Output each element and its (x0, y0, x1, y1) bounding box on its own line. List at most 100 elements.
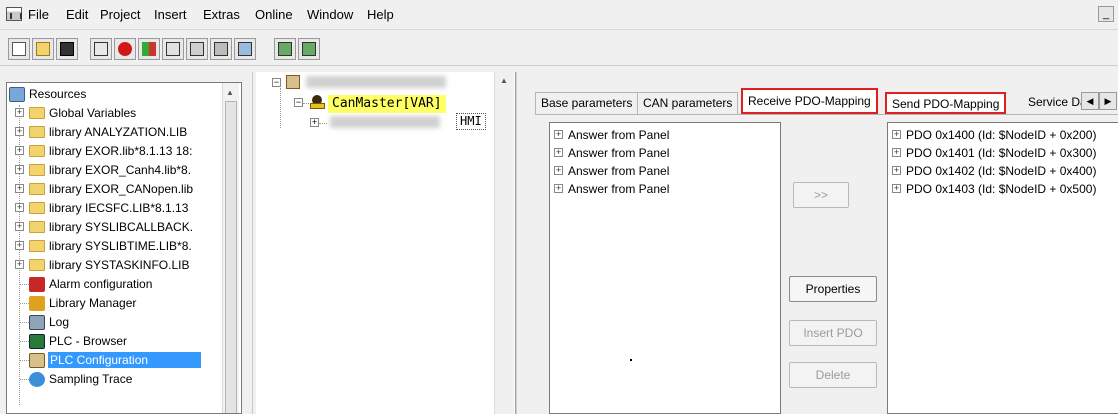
tab-receive-pdo-mapping[interactable]: Receive PDO-Mapping (741, 88, 878, 114)
log-icon (29, 315, 45, 330)
folder-icon (29, 126, 45, 138)
tree-item-plc-configuration[interactable]: PLC Configuration (7, 351, 221, 370)
menu-insert[interactable]: Insert (154, 7, 187, 22)
run-button[interactable] (138, 38, 160, 60)
move-right-button[interactable]: >> (793, 182, 849, 208)
tree-connector (20, 303, 29, 304)
expand-icon[interactable]: + (892, 166, 901, 175)
expand-icon[interactable]: + (892, 184, 901, 193)
tree-item-global-variables[interactable]: + Global Variables (7, 104, 221, 123)
tree-item-library-manager[interactable]: Library Manager (7, 294, 221, 313)
expand-icon[interactable]: + (554, 148, 563, 157)
root-label-redacted (306, 76, 446, 88)
tree-item-plc-browser[interactable]: PLC - Browser (7, 332, 221, 351)
list-item[interactable]: + PDO 0x1402 (Id: $NodeID + 0x400) (892, 162, 1118, 180)
list-item[interactable]: + PDO 0x1403 (Id: $NodeID + 0x500) (892, 180, 1118, 198)
tree-item-alarm-configuration[interactable]: Alarm configuration (7, 275, 221, 294)
list-item[interactable]: + Answer from Panel (554, 126, 774, 144)
menu-extras[interactable]: Extras (203, 7, 240, 22)
save-button[interactable] (56, 38, 78, 60)
scroll-up-icon[interactable]: ▲ (500, 76, 508, 85)
list-item[interactable]: + Answer from Panel (554, 162, 774, 180)
expand-icon[interactable]: + (15, 127, 24, 136)
tree-item-library[interactable]: + library EXOR.lib*8.1.13 18: (7, 142, 221, 161)
list-item[interactable]: + Answer from Panel (554, 180, 774, 198)
breakpoint-button[interactable] (274, 38, 296, 60)
tab-base-parameters[interactable]: Base parameters (535, 92, 639, 114)
expand-icon[interactable]: + (554, 130, 563, 139)
pdo-mapping-dialog: Base parameters CAN parameters Receive P… (516, 72, 1118, 414)
tab-can-parameters[interactable]: CAN parameters (637, 92, 739, 114)
expand-icon[interactable]: + (15, 241, 24, 250)
delete-button[interactable]: Delete (789, 362, 877, 388)
tree-item-log[interactable]: Log (7, 313, 221, 332)
monitor-button[interactable] (210, 38, 232, 60)
tree-item-library[interactable]: + library SYSLIBCALLBACK. (7, 218, 221, 237)
expand-icon[interactable]: + (554, 166, 563, 175)
resources-root[interactable]: Resources (7, 85, 221, 104)
menu-help[interactable]: Help (367, 7, 394, 22)
tab-scroll-right-icon[interactable]: ▶ (1099, 92, 1117, 110)
canmaster-label[interactable]: CanMaster[VAR] (328, 95, 446, 113)
menu-window[interactable]: Window (307, 7, 353, 22)
config-tree-scrollbar[interactable]: ▲ (494, 72, 514, 414)
expand-icon[interactable]: + (892, 130, 901, 139)
tree-item-library[interactable]: + library SYSTASKINFO.LIB (7, 256, 221, 275)
menu-project[interactable]: Project (100, 7, 140, 22)
tab-scroll-left-icon[interactable]: ◀ (1081, 92, 1099, 110)
tree-item-library[interactable]: + library IECSFC.LIB*8.1.13 (7, 199, 221, 218)
receive-list[interactable]: + Answer from Panel + Answer from Panel … (549, 122, 781, 414)
tree-item-label: library SYSLIBCALLBACK. (49, 220, 194, 234)
alarm-icon (29, 277, 45, 292)
hmi-tag[interactable]: HMI (456, 113, 486, 130)
new-button[interactable] (8, 38, 30, 60)
expand-icon[interactable]: + (15, 203, 24, 212)
watch-button[interactable] (298, 38, 320, 60)
open-icon (36, 42, 50, 56)
expand-icon[interactable]: + (15, 108, 24, 117)
tree-item-label: library EXOR_CANopen.lib (49, 182, 194, 196)
stop-button[interactable] (114, 38, 136, 60)
menu-file[interactable]: File (28, 7, 49, 22)
tree-item-library[interactable]: + library SYSLIBTIME.LIB*8. (7, 237, 221, 256)
tree-item-library[interactable]: + library ANALYZATION.LIB (7, 123, 221, 142)
step-button[interactable] (234, 38, 256, 60)
expand-icon[interactable]: + (554, 184, 563, 193)
tree-item-label: PLC - Browser (49, 334, 128, 348)
list-item[interactable]: + Answer from Panel (554, 144, 774, 162)
expand-icon[interactable]: + (15, 165, 24, 174)
tree-connector (20, 360, 29, 361)
minimize-button[interactable]: _ (1098, 6, 1114, 22)
menu-online[interactable]: Online (255, 7, 293, 22)
app-icon (6, 7, 22, 21)
login-button[interactable] (162, 38, 184, 60)
folder-icon (29, 221, 45, 233)
run-icon (142, 42, 156, 56)
tree-item-label: library SYSLIBTIME.LIB*8. (49, 239, 192, 253)
list-item[interactable]: + PDO 0x1400 (Id: $NodeID + 0x200) (892, 126, 1118, 144)
resources-scrollbar[interactable]: ▲ (222, 83, 239, 413)
expand-icon[interactable]: + (15, 146, 24, 155)
expand-icon[interactable]: + (15, 222, 24, 231)
scroll-thumb[interactable] (225, 101, 237, 413)
tree-item-library[interactable]: + library EXOR_CANopen.lib (7, 180, 221, 199)
logout-button[interactable] (186, 38, 208, 60)
insert-pdo-button[interactable]: Insert PDO (789, 320, 877, 346)
expand-icon[interactable]: + (892, 148, 901, 157)
menu-edit[interactable]: Edit (66, 7, 88, 22)
expand-icon[interactable]: + (310, 118, 319, 127)
collapse-icon[interactable]: − (294, 98, 303, 107)
properties-button[interactable]: Properties (789, 276, 877, 302)
tab-send-pdo-mapping[interactable]: Send PDO-Mapping (885, 92, 1007, 114)
scroll-up-icon[interactable]: ▲ (226, 88, 234, 97)
send-list[interactable]: + PDO 0x1400 (Id: $NodeID + 0x200) + PDO… (887, 122, 1118, 414)
compile-button[interactable] (90, 38, 112, 60)
expand-icon[interactable]: + (15, 260, 24, 269)
tree-item-sampling-trace[interactable]: Sampling Trace (7, 370, 221, 389)
tree-item-library[interactable]: + library EXOR_Canh4.lib*8. (7, 161, 221, 180)
open-button[interactable] (32, 38, 54, 60)
collapse-icon[interactable]: − (272, 78, 281, 87)
list-item[interactable]: + PDO 0x1401 (Id: $NodeID + 0x300) (892, 144, 1118, 162)
expand-icon[interactable]: + (15, 184, 24, 193)
tree-connector (319, 123, 327, 124)
